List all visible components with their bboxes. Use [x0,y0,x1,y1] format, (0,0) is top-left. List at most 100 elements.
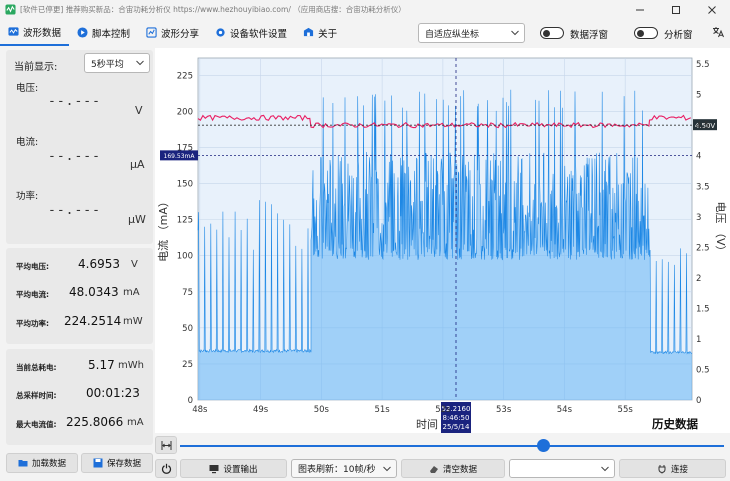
voltage-meter-unit: V [135,104,143,117]
clear-data-label: 清空数据 [442,464,477,475]
total-energy-label: 当前总耗电: [16,363,57,372]
power-meter-value: --.--- [48,203,101,218]
tab-share-label: 波形分享 [161,28,200,40]
save-data-button[interactable]: 保存数据 [81,453,153,473]
avg-voltage-label: 平均电压: [16,262,49,271]
tab-waveform[interactable]: 波形数据 [0,19,70,46]
y-right-axis-title: 电压 （V） [714,201,727,256]
fit-range-button[interactable] [155,436,177,454]
avg-current-unit: mA [123,287,140,298]
x-tick-label: 49s [253,405,269,415]
y-left-tick-label: 200 [177,107,193,117]
y-right-tick-label: 4 [696,152,701,162]
avg-power-label: 平均功率: [16,319,49,328]
axis-mode-value: 自适应纵坐标 [425,29,480,40]
output-settings-label: 设置输出 [223,464,258,475]
x-axis-title: 时间 [416,418,438,431]
y-right-tick-label: 5 [696,91,701,101]
x-tick-label: 51s [374,405,390,415]
analysis-window-toggle[interactable] [634,27,658,39]
refresh-rate-select[interactable]: 图表刷新：10帧/秒 [291,459,397,478]
minimize-icon [636,9,644,10]
avg-voltage-unit: V [131,259,138,270]
script-icon [77,27,88,38]
y-right-tick-label: 2 [696,274,701,284]
y-left-tick-label: 75 [182,288,193,298]
chevron-down-icon [136,60,144,66]
y-left-tick-label: 125 [177,216,193,226]
total-energy-value: 5.17 [88,358,115,372]
total-energy-unit: mWh [118,360,144,371]
waveform-chart[interactable]: 4.50V169.53mA52.21608:46:5025/5/14025507… [155,48,730,433]
maximize-button[interactable] [658,0,694,19]
axis-mode-select[interactable]: 自适应纵坐标 [418,23,525,43]
avg-current-value: 48.0343 [69,285,119,299]
avg-power-value: 224.2514 [64,314,122,328]
tab-script-label: 脚本控制 [92,28,131,40]
x-tick-label: 55s [618,405,634,415]
chevron-down-icon [383,466,391,471]
y-left-tick-label: 150 [177,180,193,190]
refresh-rate-value: 图表刷新：10帧/秒 [298,465,376,475]
tab-settings[interactable]: 设备软件设置 [207,19,295,46]
float-window-toggle[interactable] [540,27,564,39]
tab-about-label: 关于 [318,28,338,40]
clear-data-button[interactable]: 清空数据 [401,459,505,478]
x-tick-label: 50s [314,405,330,415]
history-slider-thumb[interactable] [537,439,550,452]
load-data-button[interactable]: 加载数据 [6,453,78,473]
fit-width-icon [161,440,171,450]
translate-icon[interactable] [712,26,724,38]
y-right-tick-label: 3 [696,213,701,223]
history-slider-track[interactable] [180,445,724,447]
sample-time-value: 00:01:23 [86,386,140,400]
save-icon [93,458,103,468]
monitor-icon [209,464,219,473]
output-settings-button[interactable]: 设置输出 [180,459,287,478]
chevron-down-icon [511,30,519,36]
current-meter-label: 电流: [16,137,39,148]
cursor-date: 25/5/14 [442,423,470,431]
tab-script[interactable]: 脚本控制 [69,19,138,46]
y-left-tick-label: 225 [177,71,193,81]
port-select[interactable] [509,459,615,478]
y-right-tick-label: 1 [696,335,701,345]
y-left-axis-title: 电流 （mA） [156,196,170,262]
max-current-unit: mA [127,417,144,428]
display-label: 当前显示: [14,62,58,73]
minimize-button[interactable] [622,0,658,19]
y-left-tick-label: 175 [177,143,193,153]
avg-power-unit: mW [123,316,143,327]
eraser-icon [429,465,438,473]
chevron-down-icon [601,466,609,471]
y-right-tick-label: 2.5 [696,243,710,253]
avg-voltage-value: 4.6953 [78,257,120,271]
y-right-tick-label: 5.5 [696,60,710,70]
maximize-icon [672,5,680,14]
power-meter-label: 功率: [16,191,39,202]
display-mode-select[interactable]: 5秒平均 [84,53,150,73]
totals-panel: 当前总耗电: 5.17 mWh 总采样时间: 00:01:23 最大电流值: 2… [6,349,153,445]
analysis-window-label: 分析窗 [664,30,693,41]
average-panel: 平均电压: 4.6953 V 平均电流: 48.0343 mA 平均功率: 22… [6,248,153,344]
y-right-tick-label: 0.5 [696,365,710,375]
tab-settings-label: 设备软件设置 [230,28,288,40]
history-data-label: 历史数据 [652,417,698,431]
waveform-icon [8,27,19,36]
y-left-tick-label: 100 [177,252,193,262]
power-icon [161,463,171,474]
x-tick-label: 48s [192,405,208,415]
power-button[interactable] [155,459,177,478]
current-meter-value: --.--- [48,149,101,164]
float-window-label: 数据浮窗 [570,30,609,41]
tab-share[interactable]: 波形分享 [138,19,207,46]
open-file-icon [18,460,28,467]
cursor-time: 8:46:50 [442,414,469,422]
connect-button[interactable]: 连接 [619,459,726,478]
current-marker-label: 169.53mA [164,153,196,160]
tab-about[interactable]: 关于 [295,19,345,46]
share-icon [146,27,157,38]
max-current-label: 最大电流值: [16,420,57,429]
close-button[interactable] [694,0,730,19]
meter-panel: 当前显示: 5秒平均 电压: --.--- V 电流: --.--- µA 功率… [6,50,153,244]
